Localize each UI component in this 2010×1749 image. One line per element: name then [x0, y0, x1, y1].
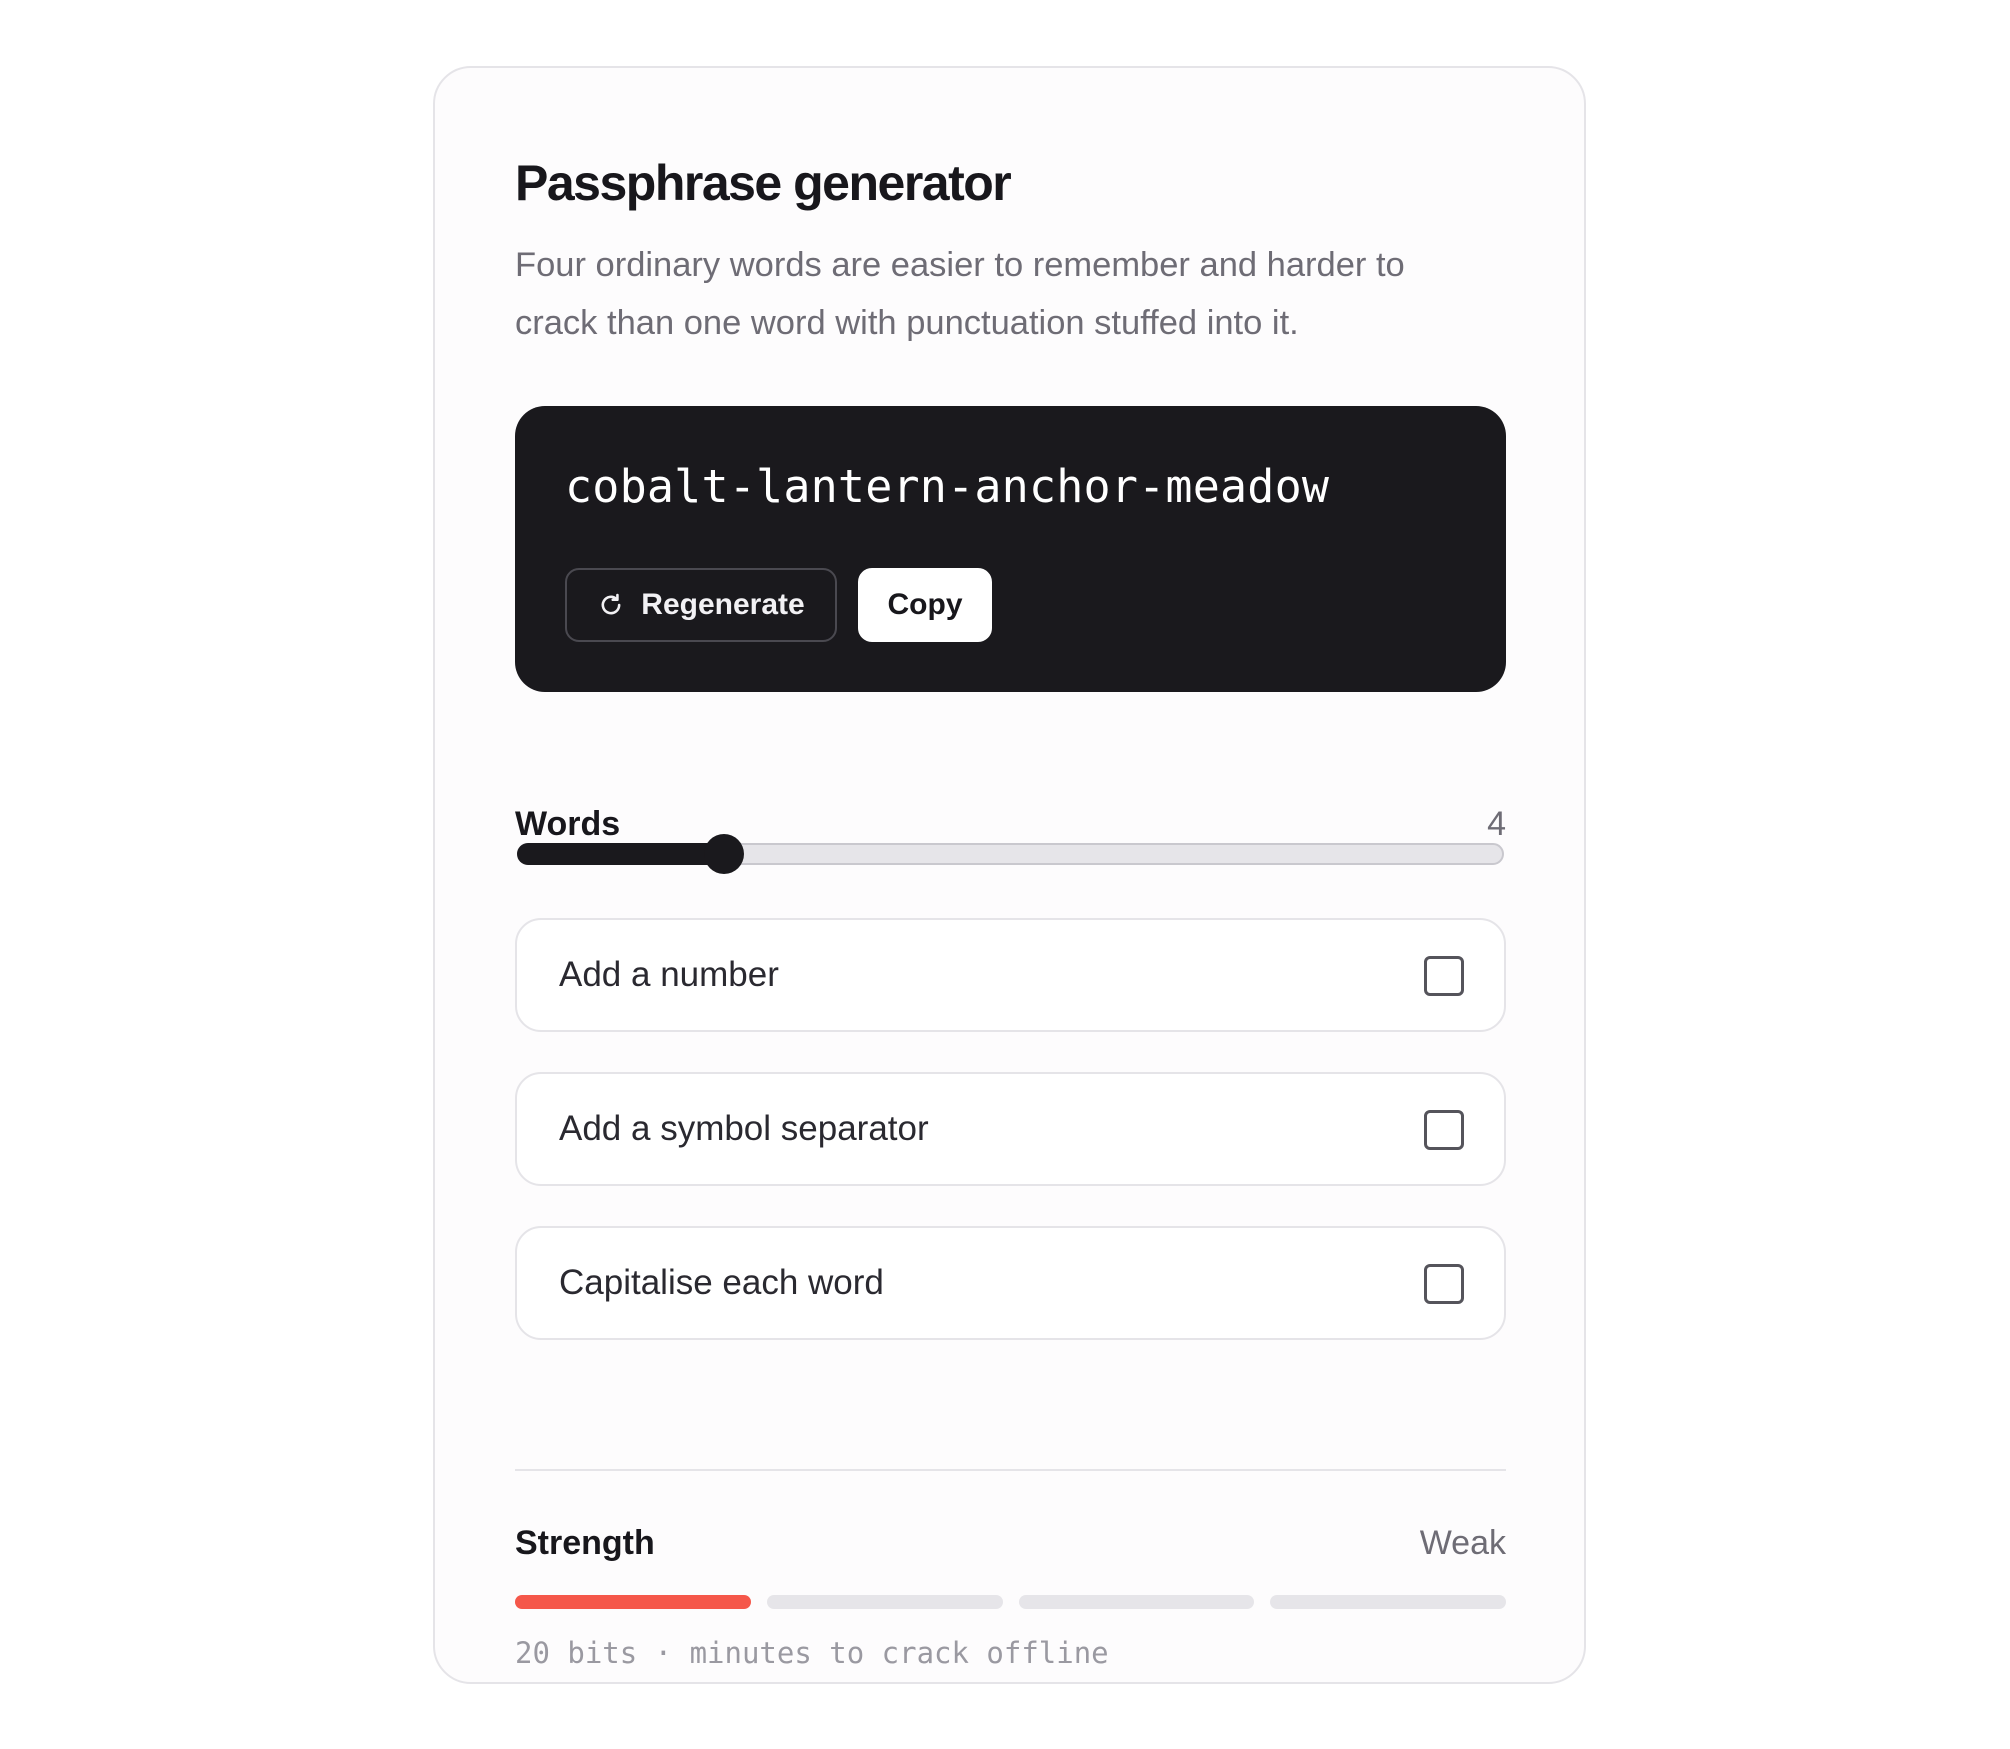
strength-meter-segment — [766, 1595, 1003, 1609]
strength-meter-segment — [515, 1595, 751, 1609]
option-label: Add a number — [559, 955, 779, 994]
page-description: Four ordinary words are easier to rememb… — [515, 246, 1405, 342]
strength-meter — [515, 1595, 1506, 1609]
regenerate-button[interactable]: Regenerate — [565, 568, 837, 642]
slider-thumb[interactable] — [704, 834, 745, 874]
strength-rating: Weak — [1419, 1524, 1506, 1562]
page-title: Passphrase generator — [515, 155, 1012, 211]
refresh-icon — [597, 591, 625, 619]
words-slider[interactable] — [515, 831, 1506, 877]
strength-meter-segment — [1270, 1595, 1506, 1609]
copy-button[interactable]: Copy — [858, 568, 992, 642]
regenerate-button-label: Regenerate — [641, 588, 805, 621]
option-label: Add a symbol separator — [559, 1109, 929, 1148]
option-symbol-separator[interactable]: Add a symbol separator — [515, 1072, 1506, 1186]
passphrase-text: cobalt-lantern-anchor-meadow — [565, 460, 1330, 513]
divider — [515, 1469, 1506, 1471]
strength-label: Strength — [515, 1524, 655, 1562]
strength-meter-segment — [1018, 1595, 1255, 1609]
add-number-checkbox[interactable] — [1424, 956, 1464, 996]
option-capitalise-words[interactable]: Capitalise each word — [515, 1226, 1506, 1340]
option-add-number[interactable]: Add a number — [515, 918, 1506, 1032]
symbol-separator-checkbox[interactable] — [1424, 1110, 1464, 1150]
strength-detail: 20 bits · minutes to crack offline — [515, 1636, 1109, 1670]
passphrase-output-panel: cobalt-lantern-anchor-meadow Regenerate … — [515, 406, 1506, 692]
copy-button-label: Copy — [887, 588, 963, 621]
capitalise-checkbox[interactable] — [1424, 1264, 1464, 1304]
slider-fill — [517, 843, 725, 865]
option-label: Capitalise each word — [559, 1263, 884, 1302]
passphrase-card: Passphrase generator Four ordinary words… — [433, 66, 1586, 1684]
